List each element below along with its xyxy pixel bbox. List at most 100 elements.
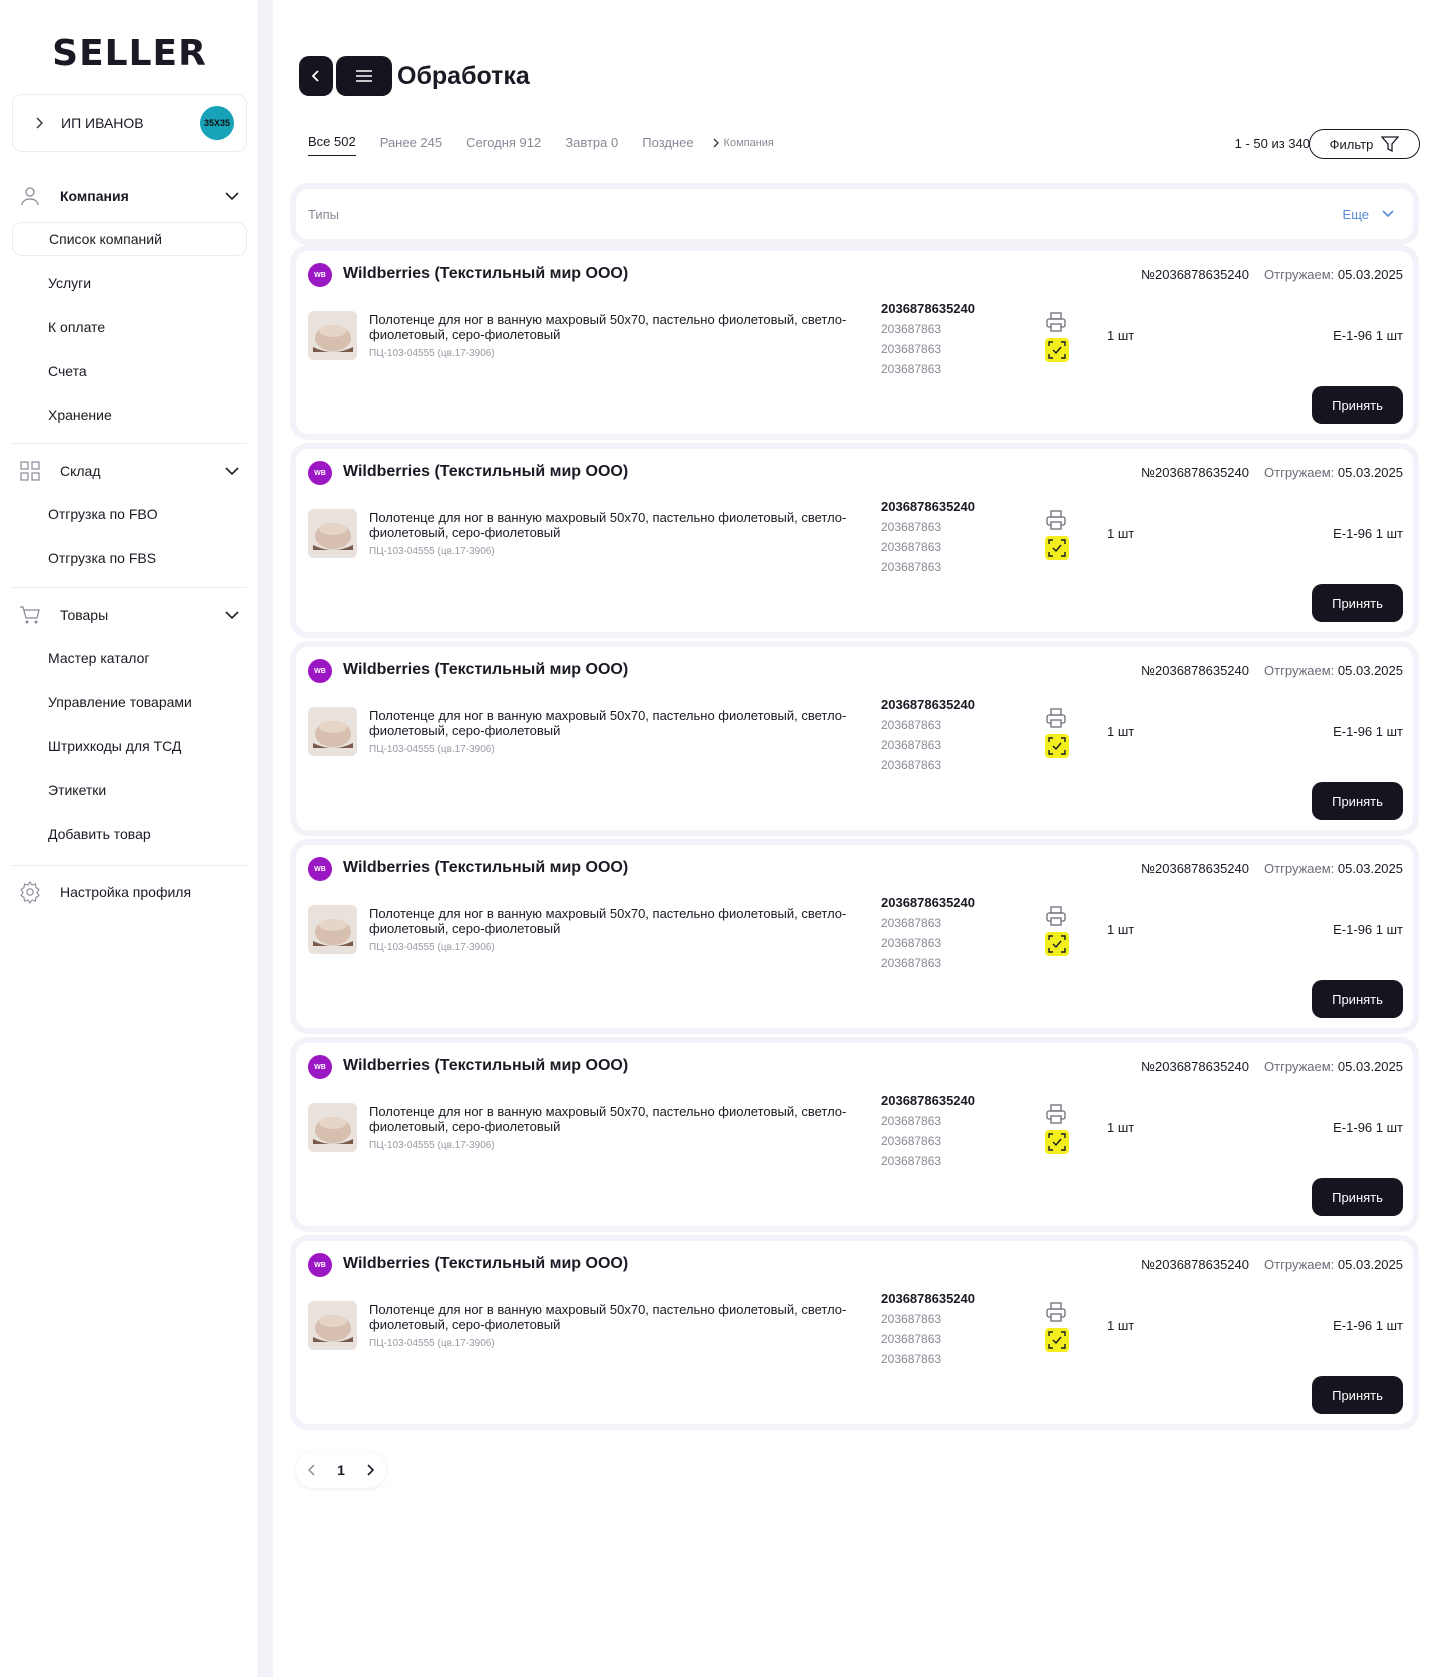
product-name[interactable]: Полотенце для ног в ванную махровый 50x7… [369,312,859,342]
ship-date-value: 05.03.2025 [1337,465,1403,480]
ship-date-value: 05.03.2025 [1337,1257,1403,1272]
barcode: 203687863 [881,322,942,336]
accept-button[interactable]: Принять [1312,1376,1403,1414]
product-sku: ПЦ-103-04555 (цв.17-3906) [369,1338,495,1349]
scan-button[interactable] [1045,932,1069,956]
printer-icon[interactable] [1045,1103,1067,1125]
printer-icon[interactable] [1045,905,1067,927]
pager-current[interactable]: 1 [337,1462,345,1478]
scan-icon [1048,737,1066,755]
divider [12,865,247,866]
breadcrumb[interactable]: Компания [712,137,774,149]
scan-button[interactable] [1045,1328,1069,1352]
pager-next-icon[interactable] [364,1463,376,1477]
sidebar-item-add-product[interactable]: Добавить товар [12,817,247,851]
storage-cell: Е-1-96 1 шт [1333,526,1403,541]
menu-button[interactable] [336,56,392,96]
back-button[interactable] [299,56,333,96]
chevron-down-icon[interactable] [223,462,241,480]
product-image-icon [308,1103,357,1152]
product-name[interactable]: Полотенце для ног в ванную махровый 50x7… [369,708,859,738]
product-name[interactable]: Полотенце для ног в ванную махровый 50x7… [369,1302,859,1332]
barcode: 203687863 [881,1154,942,1168]
barcode: 203687863 [881,342,942,356]
barcode: 203687863 [881,362,942,376]
product-name[interactable]: Полотенце для ног в ванную махровый 50x7… [369,906,859,936]
scan-icon [1048,935,1066,953]
ship-label: Отгружаем: [1264,1059,1335,1074]
sidebar-item-barcodes[interactable]: Штрихкоды для ТСД [12,729,247,763]
sidebar-item-fbs[interactable]: Отгрузка по FBS [12,541,247,575]
quantity: 1 шт [1107,328,1135,343]
barcode: 203687863 [881,540,942,554]
storage-cell: Е-1-96 1 шт [1333,922,1403,937]
scan-button[interactable] [1045,536,1069,560]
page-title: Обработка [397,61,530,90]
tab-earlier[interactable]: Ранее 245 [380,135,442,156]
printer-icon[interactable] [1045,1301,1067,1323]
ship-label: Отгружаем: [1264,267,1335,282]
sidebar-item-services[interactable]: Услуги [12,266,247,300]
accept-button[interactable]: Принять [1312,386,1403,424]
storage-cell: Е-1-96 1 шт [1333,1318,1403,1333]
nav-section-company[interactable]: Компания [12,178,247,214]
sidebar-item-invoices[interactable]: Счета [12,354,247,388]
grid-icon [20,461,40,481]
order-card: WB Wildberries (Текстильный мир ООО) №20… [296,449,1413,632]
product-thumbnail [308,1103,357,1152]
tab-today[interactable]: Сегодня 912 [466,135,541,156]
marketplace-badge: WB [308,1055,332,1079]
ship-label: Отгружаем: [1264,1257,1335,1272]
sidebar-item-fbo[interactable]: Отгрузка по FBO [12,497,247,531]
sidebar-item-labels[interactable]: Этикетки [12,773,247,807]
nav-section-warehouse[interactable]: Склад [12,453,247,489]
sidebar-item-payment[interactable]: К оплате [12,310,247,344]
tab-tomorrow[interactable]: Завтра 0 [565,135,618,156]
product-image-icon [308,707,357,756]
accept-button[interactable]: Принять [1312,980,1403,1018]
product-sku: ПЦ-103-04555 (цв.17-3906) [369,546,495,557]
types-label: Типы [308,206,340,222]
shop-name: Wildberries (Текстильный мир ООО) [343,661,629,678]
storage-cell: Е-1-96 1 шт [1333,328,1403,343]
barcode: 203687863 [881,1352,942,1366]
accept-button[interactable]: Принять [1312,584,1403,622]
barcode: 203687863 [881,956,942,970]
product-sku: ПЦ-103-04555 (цв.17-3906) [369,744,495,755]
tab-all[interactable]: Все 502 [308,134,356,156]
scan-button[interactable] [1045,338,1069,362]
accept-button[interactable]: Принять [1312,782,1403,820]
chevron-down-icon [1382,210,1394,218]
filter-button[interactable]: Фильтр [1309,129,1420,159]
nav-section-settings[interactable]: Настройка профиля [12,874,247,910]
tab-later[interactable]: Позднее [642,135,693,156]
types-filter[interactable]: Типы Еще [296,189,1413,239]
barcode: 203687863 [881,560,942,574]
chevron-left-icon [311,70,319,82]
sidebar-item-storage[interactable]: Хранение [12,398,247,432]
nav-section-goods[interactable]: Товары [12,597,247,633]
order-number: №2036878635240 [1141,861,1249,876]
filter-icon [1381,136,1400,153]
printer-icon[interactable] [1045,509,1067,531]
product-name[interactable]: Полотенце для ног в ванную махровый 50x7… [369,1104,859,1134]
barcode: 203687863 [881,718,942,732]
sidebar-item-manage-goods[interactable]: Управление товарами [12,685,247,719]
more-button[interactable]: Еще [1343,207,1401,222]
chevron-down-icon[interactable] [223,187,241,205]
product-name[interactable]: Полотенце для ног в ванную махровый 50x7… [369,510,859,540]
chevron-down-icon[interactable] [223,606,241,624]
printer-icon[interactable] [1045,707,1067,729]
ship-label: Отгружаем: [1264,861,1335,876]
sidebar-item-master-catalog[interactable]: Мастер каталог [12,641,247,675]
barcode: 203687863 [881,738,942,752]
accept-button[interactable]: Принять [1312,1178,1403,1216]
cart-icon [20,606,40,624]
printer-icon[interactable] [1045,311,1067,333]
sidebar-item-companies[interactable]: Список компаний [12,222,247,256]
scan-button[interactable] [1045,734,1069,758]
pager-prev-icon[interactable] [306,1463,318,1477]
scan-icon [1048,1133,1066,1151]
account-switcher[interactable]: ИП ИВАНОВ 35Х35 [12,94,247,152]
scan-button[interactable] [1045,1130,1069,1154]
